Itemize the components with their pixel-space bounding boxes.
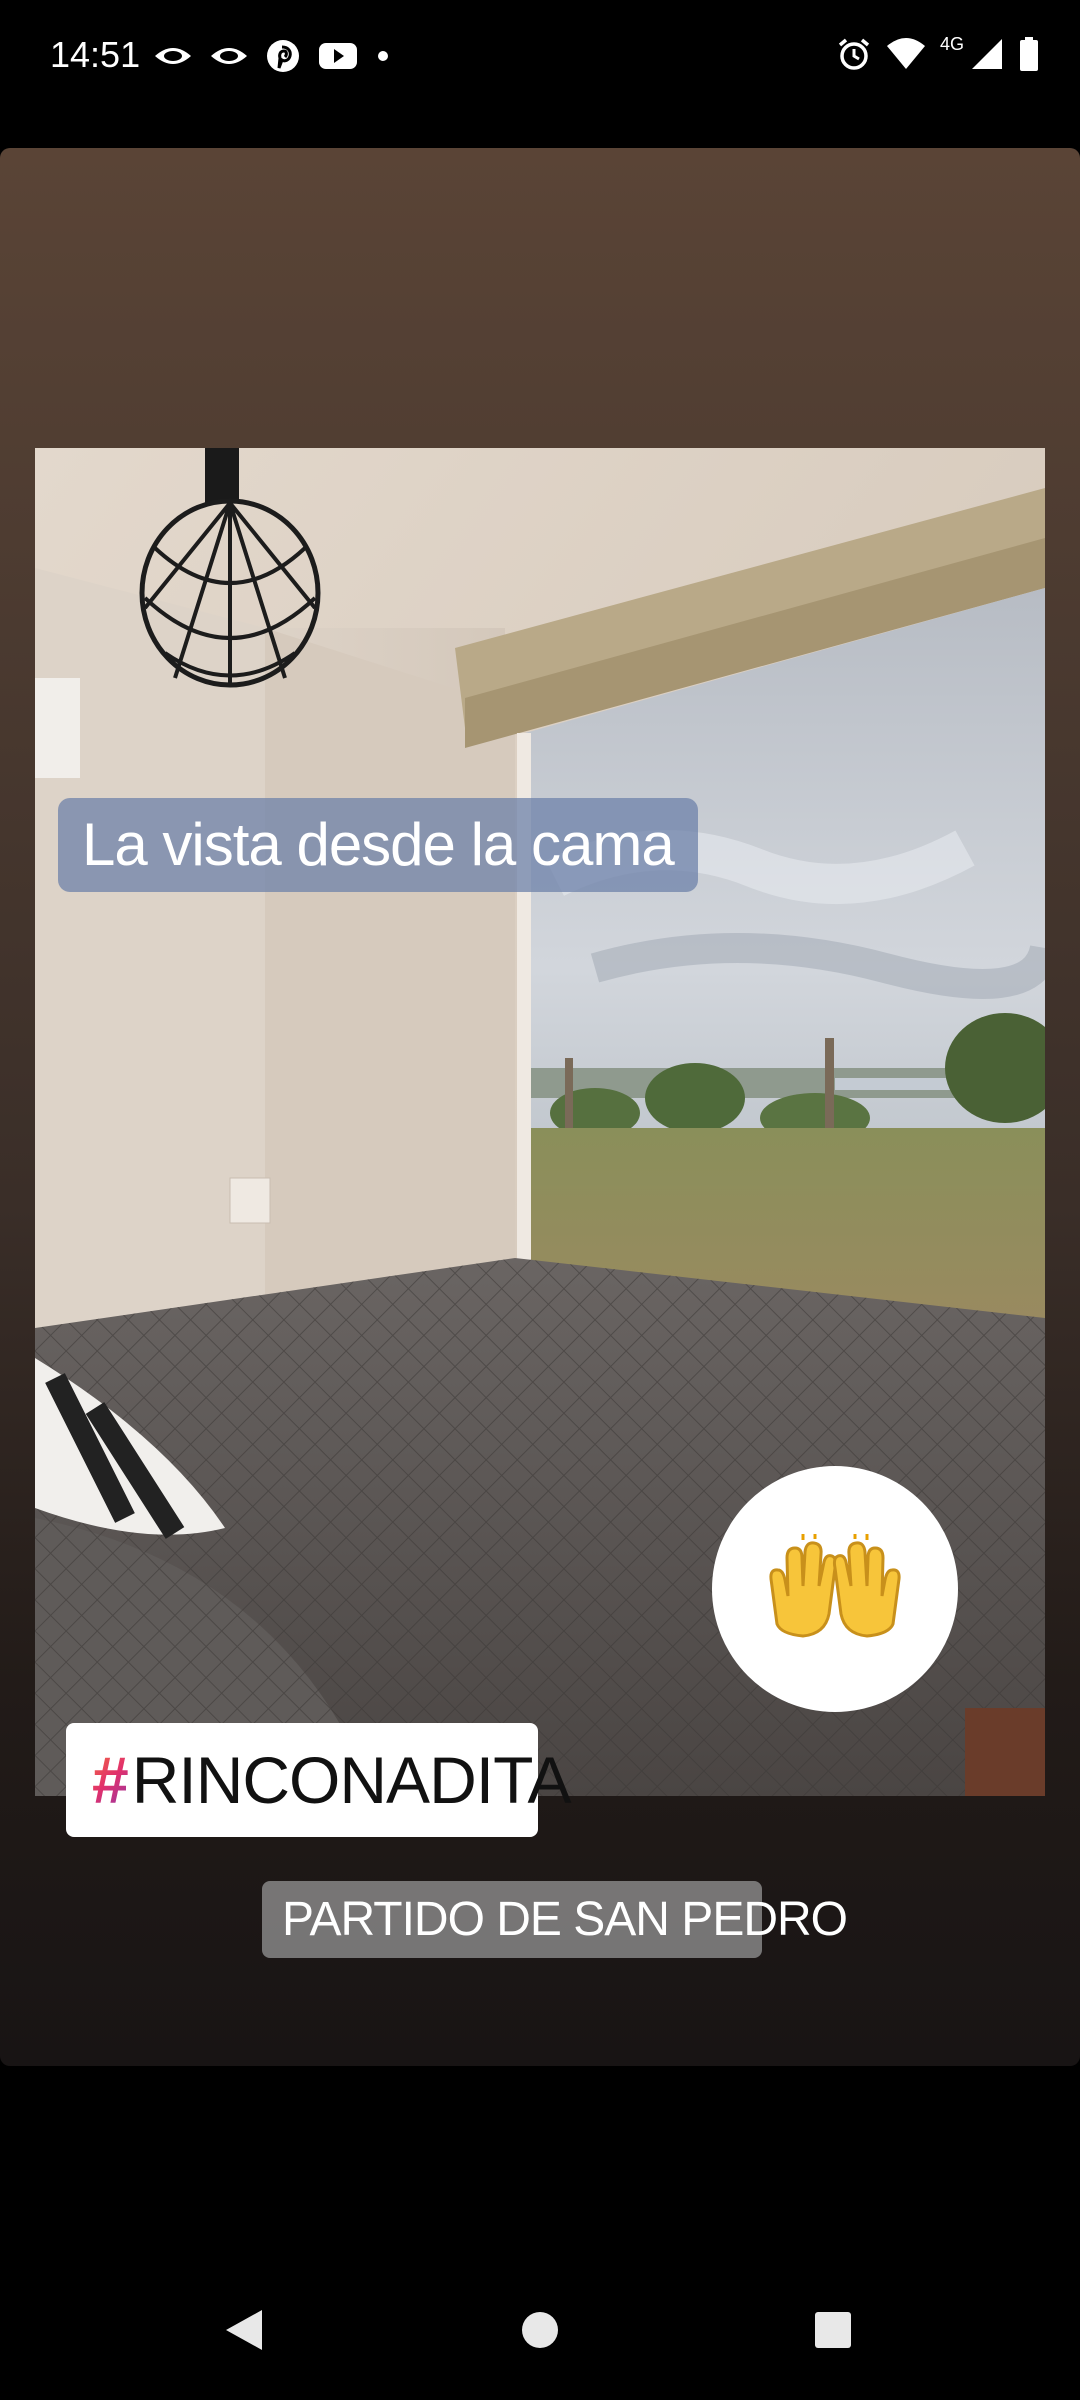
battery-icon: [1020, 37, 1038, 71]
dot-icon: [378, 51, 388, 61]
hashtag-text: RINCONADITA: [131, 1743, 572, 1817]
navigation-bar: [0, 2270, 1080, 2400]
eye-icon: [211, 48, 247, 64]
wifi-icon: [886, 38, 925, 69]
signal-icon: [972, 39, 1002, 69]
story-viewer[interactable]: La vista desde la cama # RINCONADITA PAR…: [0, 148, 1080, 2066]
back-icon[interactable]: [222, 2306, 266, 2354]
raising-hands-icon: [769, 1534, 901, 1638]
alarm-icon: [838, 38, 870, 70]
status-bar: 14:51 4G: [0, 0, 1080, 115]
location-sticker[interactable]: PARTIDO DE SAN PEDRO: [262, 1881, 848, 1958]
eye-icon: [155, 48, 191, 64]
system-icons: 4G: [836, 34, 1040, 74]
home-icon[interactable]: [520, 2306, 560, 2354]
youtube-icon: [319, 43, 357, 69]
location-text: PARTIDO DE SAN PEDRO: [282, 1893, 848, 1946]
network-type: 4G: [939, 33, 964, 54]
recents-icon[interactable]: [813, 2306, 853, 2354]
story-caption: La vista desde la cama: [58, 798, 698, 892]
notification-icons: [153, 36, 391, 76]
hashtag-symbol: #: [92, 1743, 129, 1817]
pinterest-icon: [267, 40, 299, 72]
status-time: 14:51: [50, 34, 141, 75]
emoji-sticker[interactable]: [712, 1466, 958, 1712]
hashtag-sticker[interactable]: # RINCONADITA: [66, 1723, 572, 1837]
